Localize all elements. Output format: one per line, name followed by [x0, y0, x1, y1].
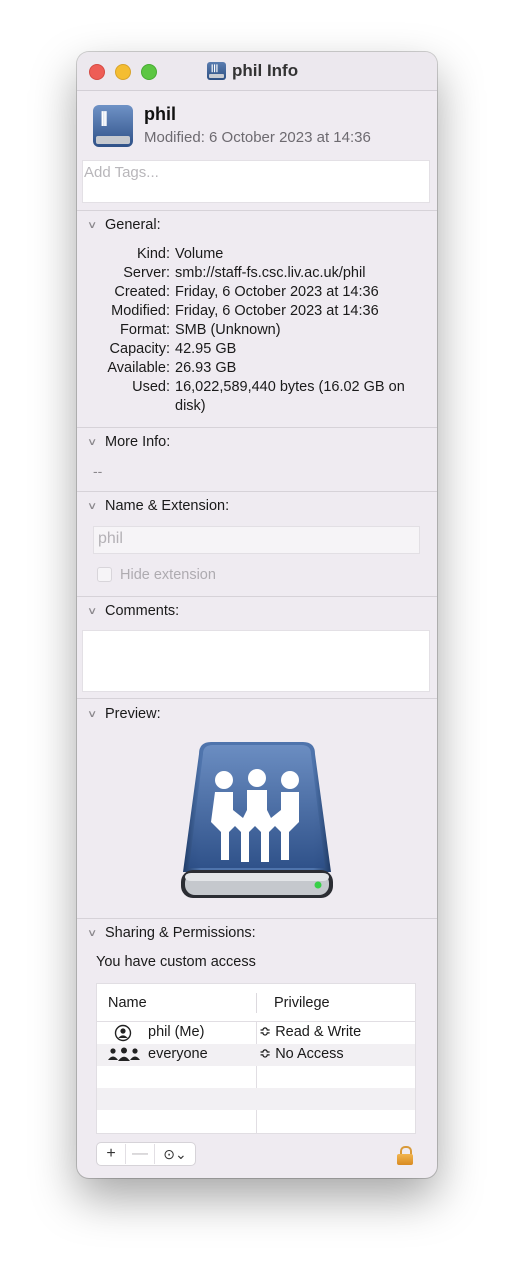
- minimize-button[interactable]: [115, 64, 131, 80]
- privilege-value: Read & Write: [275, 1024, 362, 1040]
- group-icon: [108, 1047, 140, 1061]
- window-title-text: phil Info: [232, 61, 299, 80]
- popup-arrows-icon: ≎: [259, 1046, 272, 1062]
- divider: [77, 427, 437, 428]
- more-info-value: --: [93, 463, 103, 479]
- remove-user-button[interactable]: —: [125, 1144, 155, 1164]
- row-key: Kind:: [136, 246, 170, 262]
- name-field[interactable]: phil: [93, 526, 420, 554]
- user-name: phil (Me): [148, 1024, 205, 1040]
- info-window: ꟾꟾꟾ phil Info ꟾꟾꟾ phil Modified: 6 Octob…: [77, 52, 437, 1178]
- row-key: Used:: [132, 379, 170, 395]
- row-value: SMB (Unknown): [175, 322, 281, 338]
- general-section-toggle[interactable]: ∨ General:: [87, 217, 161, 233]
- row-value: 16,022,589,440 bytes (16.02 GB on disk): [175, 379, 405, 414]
- user-icon: [114, 1024, 132, 1042]
- table-row-empty: [97, 1088, 415, 1110]
- section-heading: Name & Extension:: [105, 498, 230, 514]
- window-title: ꟾꟾꟾ phil Info: [207, 61, 298, 81]
- popup-arrows-icon: ≎: [259, 1024, 272, 1040]
- lock-icon[interactable]: [397, 1146, 413, 1165]
- row-value: Friday, 6 October 2023 at 14:36: [175, 284, 379, 300]
- tags-field[interactable]: Add Tags...: [82, 160, 430, 203]
- section-heading: More Info:: [105, 434, 171, 450]
- divider: [77, 210, 437, 211]
- divider: [77, 918, 437, 919]
- preview-section-toggle[interactable]: ∨ Preview:: [87, 706, 161, 722]
- divider: [77, 596, 437, 597]
- name-extension-section-toggle[interactable]: ∨ Name & Extension:: [87, 498, 230, 514]
- comments-section-toggle[interactable]: ∨ Comments:: [87, 603, 180, 619]
- row-value: 26.93 GB: [175, 360, 237, 376]
- title-bar[interactable]: ꟾꟾꟾ phil Info: [77, 52, 437, 91]
- row-key: Available:: [107, 360, 170, 376]
- table-row[interactable]: phil (Me) ≎ Read & Write: [97, 1022, 415, 1044]
- divider: [77, 698, 437, 699]
- file-name: phil: [144, 104, 176, 124]
- modified-date: Modified: 6 October 2023 at 14:36: [144, 129, 371, 146]
- row-value: 42.95 GB: [175, 341, 237, 357]
- column-header-name[interactable]: Name: [108, 995, 147, 1011]
- row-value: smb://staff-fs.csc.liv.ac.uk/phil: [175, 265, 366, 281]
- chevron-down-icon: ∨: [87, 605, 98, 617]
- zoom-button[interactable]: [141, 64, 157, 80]
- chevron-down-icon: ∨: [87, 927, 98, 939]
- more-info-section-toggle[interactable]: ∨ More Info:: [87, 434, 171, 450]
- column-divider: [256, 993, 257, 1013]
- permissions-table[interactable]: Name Privilege phil (Me) ≎ Read & Write …: [96, 983, 416, 1134]
- divider: [77, 491, 437, 492]
- privilege-popup[interactable]: ≎ No Access: [259, 1046, 344, 1062]
- table-row-empty: [97, 1110, 415, 1132]
- table-row[interactable]: everyone ≎ No Access: [97, 1044, 415, 1066]
- row-key: Format:: [120, 322, 170, 338]
- action-menu-button[interactable]: ⊙⌄: [155, 1144, 195, 1164]
- hide-extension-label: Hide extension: [120, 567, 216, 583]
- row-key: Created:: [114, 284, 170, 300]
- section-heading: Sharing & Permissions:: [105, 925, 256, 941]
- chevron-down-icon: ∨: [87, 500, 98, 512]
- chevron-down-icon: ∨: [87, 436, 98, 448]
- row-key: Capacity:: [109, 341, 170, 357]
- sharing-section-toggle[interactable]: ∨ Sharing & Permissions:: [87, 925, 256, 941]
- privilege-popup[interactable]: ≎ Read & Write: [259, 1024, 361, 1040]
- privilege-value: No Access: [275, 1046, 344, 1062]
- chevron-down-icon: ∨: [87, 708, 98, 720]
- section-heading: General:: [105, 217, 161, 233]
- user-name: everyone: [148, 1046, 208, 1062]
- server-volume-preview-icon: [181, 742, 333, 898]
- table-header: Name Privilege: [97, 984, 415, 1022]
- server-volume-icon: ꟾꟾꟾ: [207, 62, 226, 80]
- comments-field[interactable]: [82, 630, 430, 692]
- section-heading: Preview:: [105, 706, 161, 722]
- permissions-toolbar: + — ⊙⌄: [96, 1142, 196, 1166]
- chevron-down-icon: ∨: [87, 219, 98, 231]
- hide-extension-checkbox[interactable]: [97, 567, 112, 582]
- close-button[interactable]: [89, 64, 105, 80]
- row-value: Volume: [175, 246, 224, 262]
- row-value: Friday, 6 October 2023 at 14:36: [175, 303, 379, 319]
- row-key: Server:: [123, 265, 170, 281]
- column-header-privilege[interactable]: Privilege: [274, 995, 330, 1011]
- section-heading: Comments:: [105, 603, 180, 619]
- custom-access-text: You have custom access: [96, 954, 256, 970]
- add-user-button[interactable]: +: [97, 1144, 125, 1164]
- server-volume-icon: ꟾꟾꟾ: [93, 105, 133, 147]
- table-row-empty: [97, 1066, 415, 1088]
- row-key: Modified:: [111, 303, 170, 319]
